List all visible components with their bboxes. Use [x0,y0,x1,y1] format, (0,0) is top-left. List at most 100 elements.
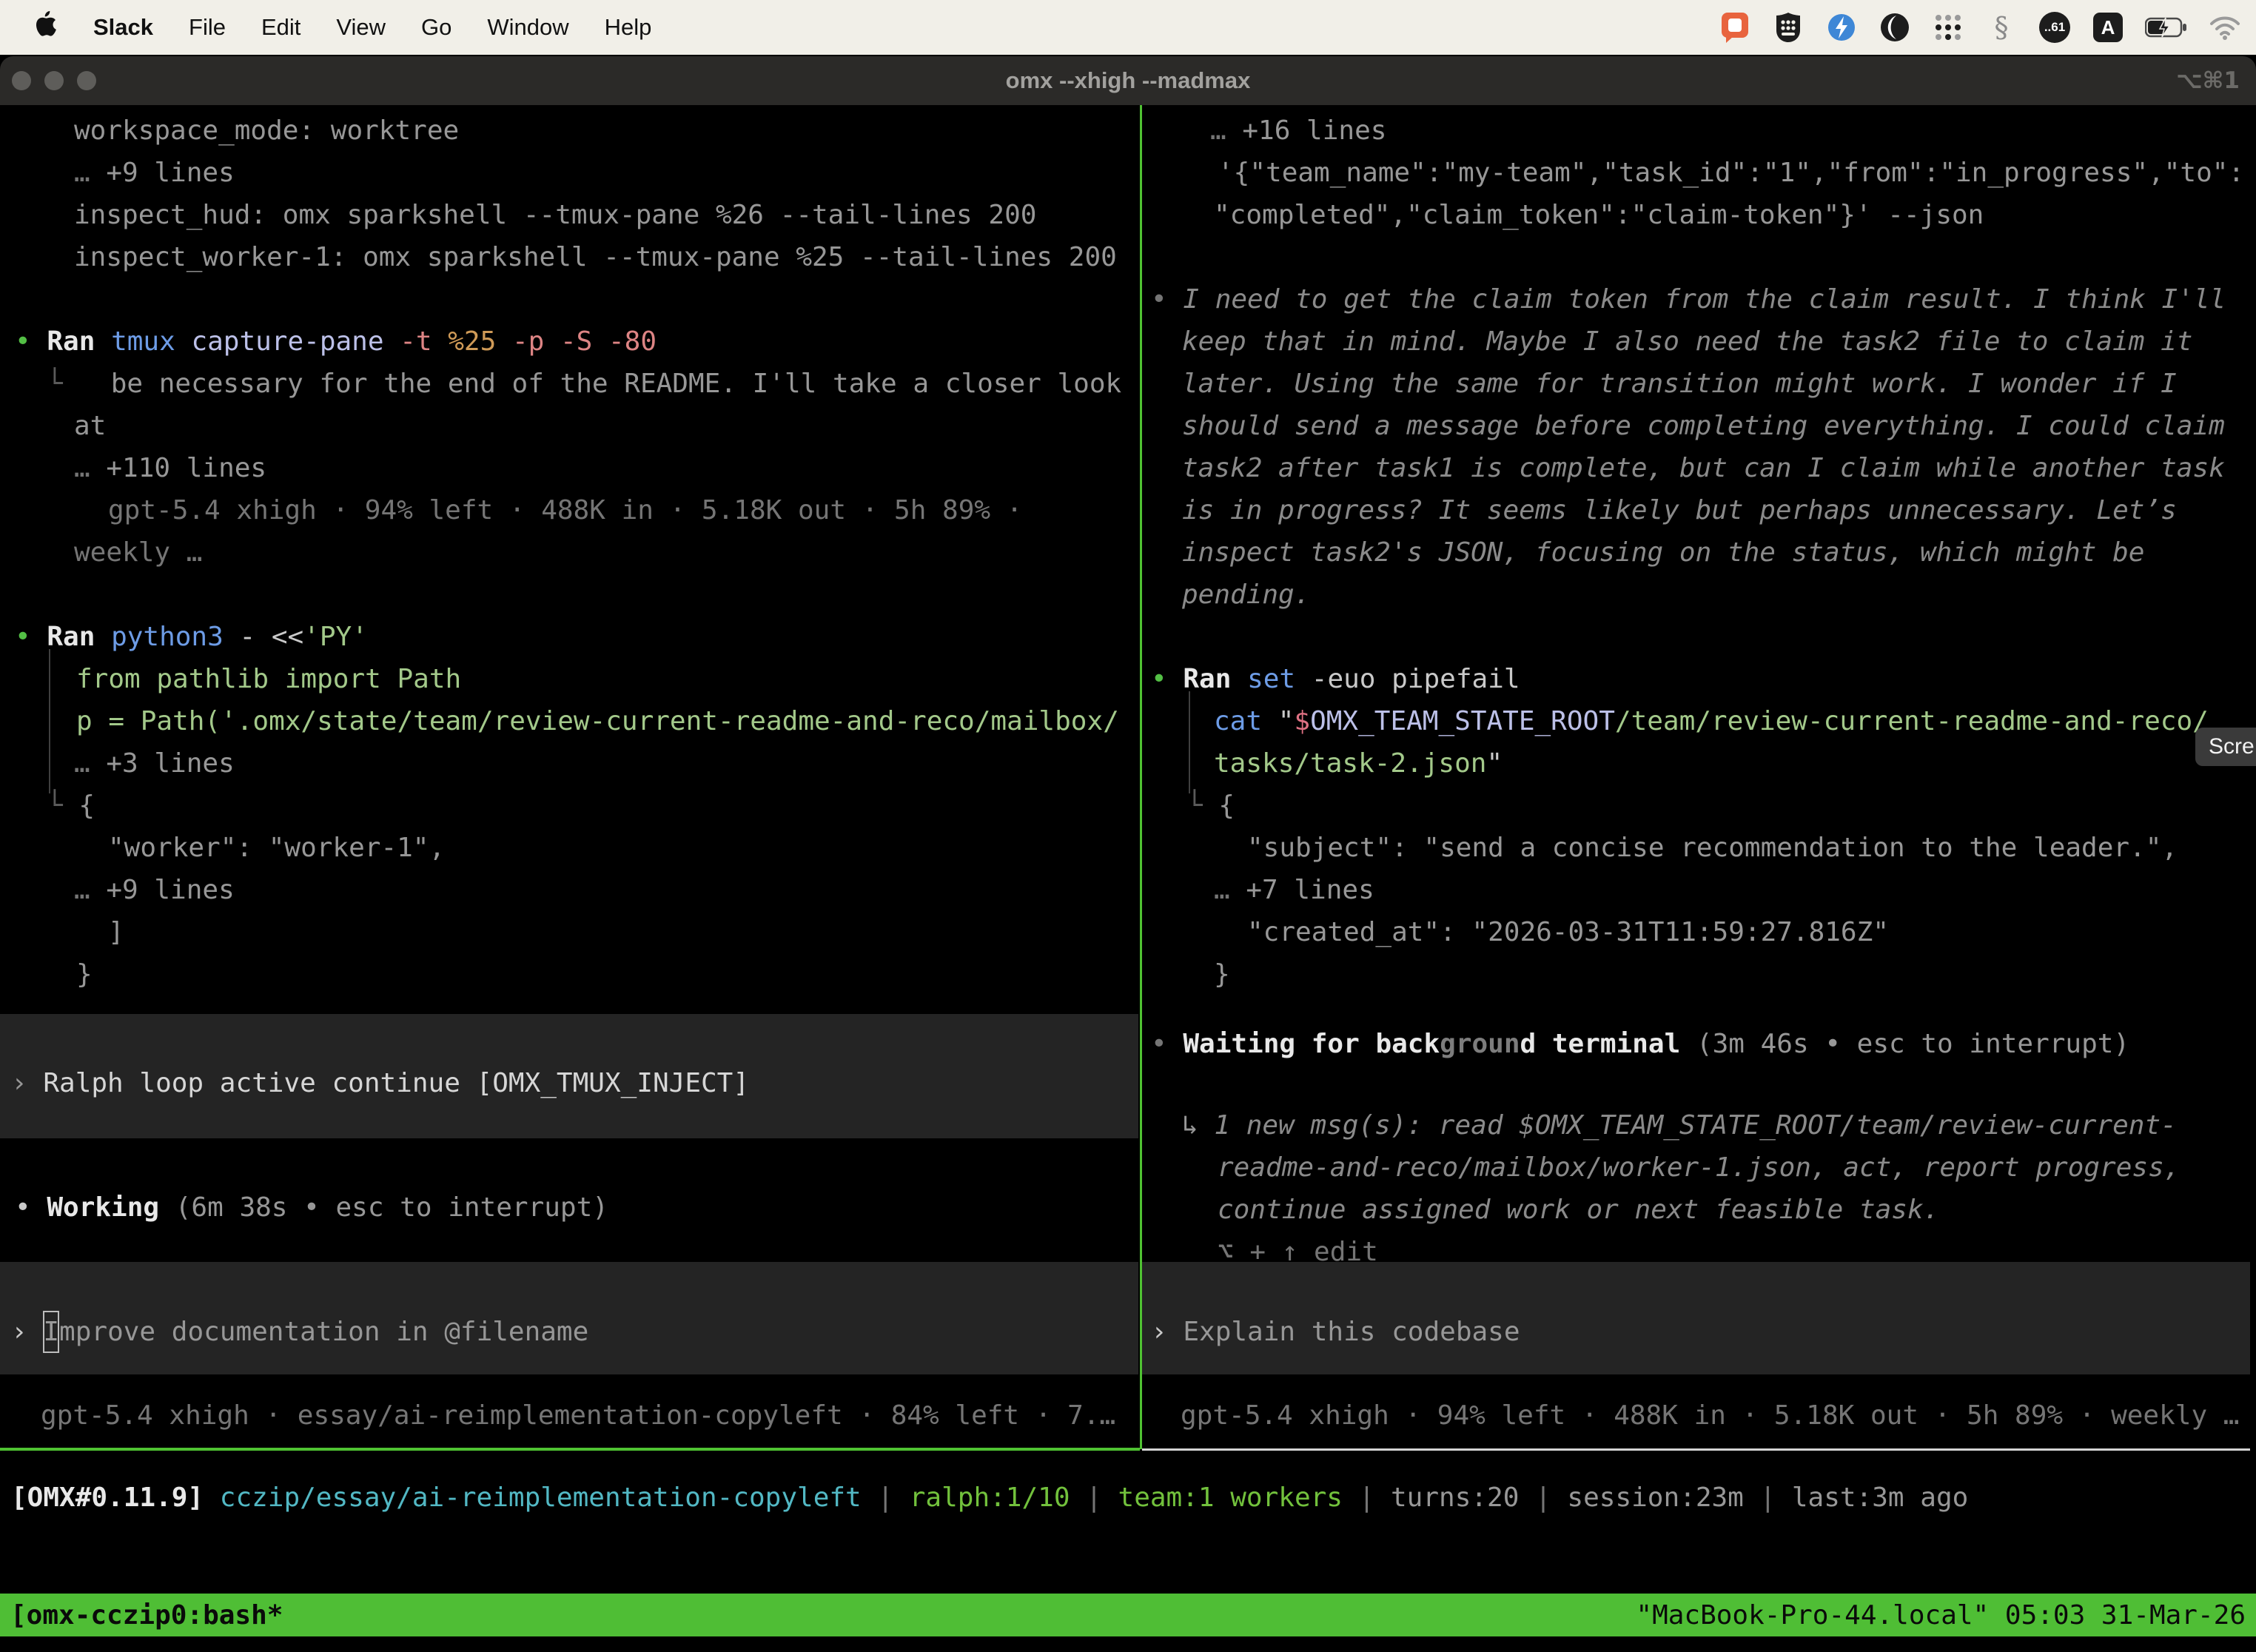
menu-item-file[interactable]: File [189,14,226,41]
prompt-placeholder-right: › Explain this codebase [1151,1311,1520,1353]
menu-item-edit[interactable]: Edit [261,14,301,41]
pane-divider[interactable] [1140,105,1142,1449]
terminal-text: └ [47,369,63,399]
terminal-line: "created_at": "2026-03-31T11:59:27.816Z" [1247,911,1889,953]
terminal-text: Working [47,1192,175,1223]
terminal-text: -t [400,326,448,357]
terminal-window: omx --xhigh --madmax ⌥⌘1 workspace_mode:… [0,56,2256,1652]
terminal-line: └ { [47,785,95,827]
terminal-text: later. Using the same for transition mig… [1182,369,2177,399]
terminal-text: capture-pane [191,326,400,357]
terminal-text: 1 new msg(s): read $OMX_TEAM_STATE_ROOT/… [1214,1110,2176,1141]
terminal-text: should send a message before completing … [1182,411,2225,441]
terminal-text: pending. [1182,580,1310,610]
terminal-text: | [1343,1483,1391,1513]
battery-charging-icon[interactable] [2145,11,2188,44]
input-source-label: A [2093,13,2123,42]
terminal-line: from pathlib import Path [76,658,461,700]
terminal-text: } [76,959,93,990]
terminal-text: -euo pipefail [1312,664,1520,694]
terminal-line: "completed","claim_token":"claim-token"}… [1214,194,1984,236]
terminal-text: } [1214,959,1230,990]
tmux-session-label[interactable]: [omx-cczip0:bash* [10,1600,283,1631]
edit-hint: ⌥ + ↑ edit [1218,1231,1378,1273]
terminal-text: inspect_hud: omx sparkshell --tmux-pane … [74,200,1036,230]
terminal-text: | [1519,1483,1567,1513]
menu-item-help[interactable]: Help [605,14,652,41]
omx-status-line: [OMX#0.11.9] cczip/essay/ai-reimplementa… [11,1477,1968,1519]
terminal-line: ↳ 1 new msg(s): read $OMX_TEAM_STATE_ROO… [1182,1104,2177,1146]
terminal-line: continue assigned work or next feasible … [1218,1189,1939,1231]
terminal-text: << [272,622,303,652]
terminal-line: • I need to get the claim token from the… [1151,278,2226,320]
chat-app-icon[interactable] [1719,11,1751,44]
badge-count-icon[interactable]: ..61 [2038,11,2071,44]
terminal-text: • [15,1192,47,1223]
apple-menu-icon[interactable] [34,10,58,44]
terminal-text: p = Path('.omx/state/team/review-current… [76,706,1119,736]
terminal-text: (6m 38s • esc to interrupt) [175,1192,608,1223]
terminal-text: { [1218,790,1235,821]
wifi-icon[interactable] [2209,11,2241,44]
tmux-status-bar: [omx-cczip0:bash* "MacBook-Pro-44.local"… [0,1594,2256,1636]
security-grid-icon[interactable] [1772,11,1805,44]
terminal-line: "worker": "worker-1", [108,827,445,869]
terminal-text: ralph:1/10 [910,1483,1070,1513]
network-bolt-icon[interactable] [1825,11,1858,44]
window-shortcut-badge: ⌥⌘1 [2176,67,2240,94]
terminal-text: d terminal [1520,1029,1696,1059]
input-source-icon[interactable]: A [2092,11,2124,44]
terminal-text: Ran [47,326,111,357]
terminal-text: /team/review-current-readme-and-reco/ [1615,706,2209,736]
terminal-content[interactable]: workspace_mode: worktree … +9 lines inspec… [0,105,2256,1652]
dots-grid-icon[interactable] [1932,11,1964,44]
terminal-text: › [11,1068,43,1098]
crescent-app-icon[interactable] [1879,11,1911,44]
terminal-text: • [15,326,47,357]
terminal-text: › [11,1317,43,1347]
squiggle-icon[interactable]: § [1985,11,2018,44]
terminal-text: +110 lines [106,453,266,483]
menu-item-window[interactable]: Window [487,14,568,41]
menu-item-go[interactable]: Go [421,14,451,41]
terminal-text: OMX_TEAM_STATE_ROOT [1310,706,1615,736]
terminal-text: … [74,875,106,905]
terminal-text: $ [1294,706,1310,736]
terminal-text: Explain this codebase [1183,1317,1520,1347]
terminal-text: … [1214,875,1246,905]
terminal-line: '{"team_name":"my-team","task_id":"1","f… [1218,152,2244,194]
terminal-line: … +110 lines [74,447,266,489]
terminal-line: readme-and-reco/mailbox/worker-1.json, a… [1218,1146,2180,1189]
terminal-line: • Ran tmux capture-pane -t %25 -p -S -80 [15,320,657,363]
terminal-text: • [15,622,47,652]
terminal-line: └ be necessary for the end of the README… [47,363,1121,405]
terminal-text: +16 lines [1242,115,1386,146]
terminal-line: … +16 lines [1210,110,1386,152]
terminal-text: is in progress? It seems likely but perh… [1182,495,2177,526]
terminal-text: Waiting for back [1183,1029,1440,1059]
terminal-line: … +9 lines [74,152,235,194]
waiting-status-line: • Waiting for background terminal (3m 46… [1151,1023,2129,1065]
terminal-line: is in progress? It seems likely but perh… [1182,489,2177,531]
terminal-line: "subject": "send a concise recommendatio… [1247,827,2178,869]
terminal-text: ⌥ + ↑ edit [1218,1237,1378,1267]
terminal-text: ] [108,917,124,947]
terminal-line: p = Path('.omx/state/team/review-current… [76,700,1119,742]
macos-menu-bar: Slack File Edit View Go Window Help § ..… [0,0,2256,55]
terminal-text: -p [512,326,560,357]
terminal-text: +7 lines [1246,875,1374,905]
terminal-line: weekly … [74,531,202,574]
terminal-text: cat [1214,706,1278,736]
terminal-text: task2 after task1 is complete, but can I… [1182,453,2225,483]
window-title-bar[interactable]: omx --xhigh --madmax ⌥⌘1 [0,56,2256,105]
terminal-text: gpt-5.4 xhigh · 94% left · 488K in · 5.1… [108,495,1022,526]
terminal-line: keep that in mind. Maybe I also need the… [1182,320,2192,363]
menu-item-view[interactable]: View [336,14,386,41]
terminal-text: … [74,748,106,779]
menu-app-name[interactable]: Slack [93,14,153,41]
terminal-text: … [74,158,106,188]
terminal-text: from pathlib import Path [76,664,461,694]
terminal-line: } [1214,953,1230,995]
terminal-text: +9 lines [106,158,234,188]
terminal-text: workspace_mode: worktree [74,115,459,146]
